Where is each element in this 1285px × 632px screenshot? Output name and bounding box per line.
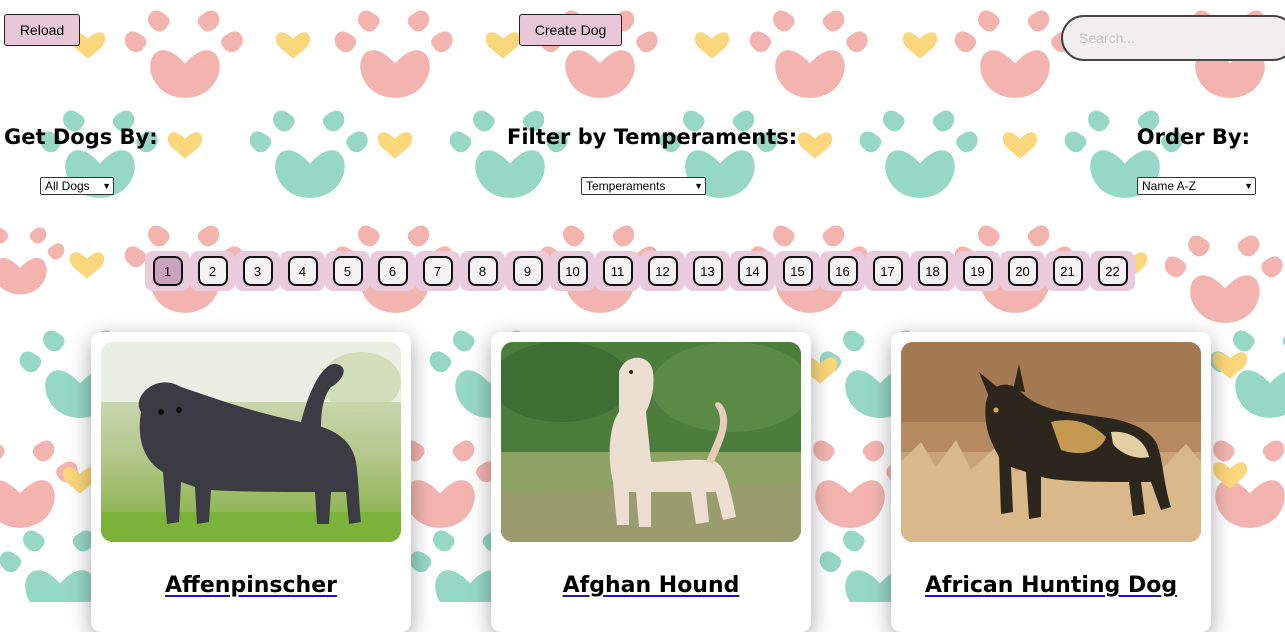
page-number: 8 bbox=[467, 256, 498, 286]
page-button[interactable]: 14 bbox=[730, 251, 775, 291]
order-select[interactable]: Name A-Z ▼ bbox=[1137, 177, 1256, 195]
page-number: 20 bbox=[1007, 256, 1038, 286]
page-button[interactable]: 21 bbox=[1045, 251, 1090, 291]
page-button[interactable]: 3 bbox=[235, 251, 280, 291]
dog-card[interactable]: Afghan Hound bbox=[491, 332, 811, 632]
page-number: 22 bbox=[1097, 256, 1128, 286]
source-select[interactable]: All Dogs ▼ bbox=[40, 177, 114, 195]
get-dogs-by-heading: Get Dogs By: bbox=[4, 125, 158, 149]
source-select-value: All Dogs bbox=[45, 179, 90, 193]
page-button[interactable]: 17 bbox=[865, 251, 910, 291]
dog-name-link[interactable]: Afghan Hound bbox=[491, 573, 811, 598]
dog-photo bbox=[501, 342, 801, 542]
page-number: 5 bbox=[332, 256, 363, 286]
page-number: 16 bbox=[827, 256, 858, 286]
page-number: 10 bbox=[557, 256, 588, 286]
page-button[interactable]: 22 bbox=[1090, 251, 1135, 291]
page-number: 13 bbox=[692, 256, 723, 286]
page-number: 1 bbox=[152, 256, 183, 286]
dog-card[interactable]: Affenpinscher bbox=[91, 332, 411, 632]
page-button[interactable]: 2 bbox=[190, 251, 235, 291]
filter-temperaments-heading: Filter by Temperaments: bbox=[507, 125, 798, 149]
page-button[interactable]: 16 bbox=[820, 251, 865, 291]
page-number: 4 bbox=[287, 256, 318, 286]
page-button[interactable]: 15 bbox=[775, 251, 820, 291]
page-number: 15 bbox=[782, 256, 813, 286]
page-number: 12 bbox=[647, 256, 678, 286]
page-button[interactable]: 12 bbox=[640, 251, 685, 291]
page-button[interactable]: 4 bbox=[280, 251, 325, 291]
page-button[interactable]: 9 bbox=[505, 251, 550, 291]
order-by-heading: Order By: bbox=[1136, 125, 1250, 149]
page-button[interactable]: 7 bbox=[415, 251, 460, 291]
page-number: 11 bbox=[602, 256, 633, 286]
page-number: 9 bbox=[512, 256, 543, 286]
pagination: 1 2 3 4 5 6 7 8 9 10 11 12 13 14 15 16 17 18 19 20 21 22 bbox=[145, 251, 1135, 291]
page-button[interactable]: 5 bbox=[325, 251, 370, 291]
page-number: 7 bbox=[422, 256, 453, 286]
search-input[interactable] bbox=[1061, 15, 1285, 61]
page-number: 3 bbox=[242, 256, 273, 286]
page-button[interactable]: 13 bbox=[685, 251, 730, 291]
page-button[interactable]: 1 bbox=[145, 251, 190, 291]
chevron-down-icon: ▼ bbox=[1244, 181, 1253, 191]
page-number: 17 bbox=[872, 256, 903, 286]
page-button[interactable]: 6 bbox=[370, 251, 415, 291]
dog-name-link[interactable]: African Hunting Dog bbox=[891, 573, 1211, 598]
chevron-down-icon: ▼ bbox=[694, 181, 703, 191]
temperament-select-value: Temperaments bbox=[586, 179, 666, 193]
dog-photo bbox=[101, 342, 401, 542]
page-number: 21 bbox=[1052, 256, 1083, 286]
dog-card[interactable]: African Hunting Dog bbox=[891, 332, 1211, 632]
dog-photo bbox=[901, 342, 1201, 542]
page-number: 18 bbox=[917, 256, 948, 286]
order-select-value: Name A-Z bbox=[1142, 179, 1197, 193]
page-number: 14 bbox=[737, 256, 768, 286]
page-button[interactable]: 18 bbox=[910, 251, 955, 291]
page-button[interactable]: 10 bbox=[550, 251, 595, 291]
page-number: 19 bbox=[962, 256, 993, 286]
temperament-select[interactable]: Temperaments ▼ bbox=[581, 177, 706, 195]
dog-name-link[interactable]: Affenpinscher bbox=[91, 573, 411, 598]
reload-button[interactable]: Reload bbox=[4, 14, 80, 46]
page-button[interactable]: 20 bbox=[1000, 251, 1045, 291]
page-number: 6 bbox=[377, 256, 408, 286]
create-dog-button[interactable]: Create Dog bbox=[519, 14, 622, 46]
page-button[interactable]: 8 bbox=[460, 251, 505, 291]
page-button[interactable]: 19 bbox=[955, 251, 1000, 291]
page-number: 2 bbox=[197, 256, 228, 286]
chevron-down-icon: ▼ bbox=[102, 181, 111, 191]
page-button[interactable]: 11 bbox=[595, 251, 640, 291]
